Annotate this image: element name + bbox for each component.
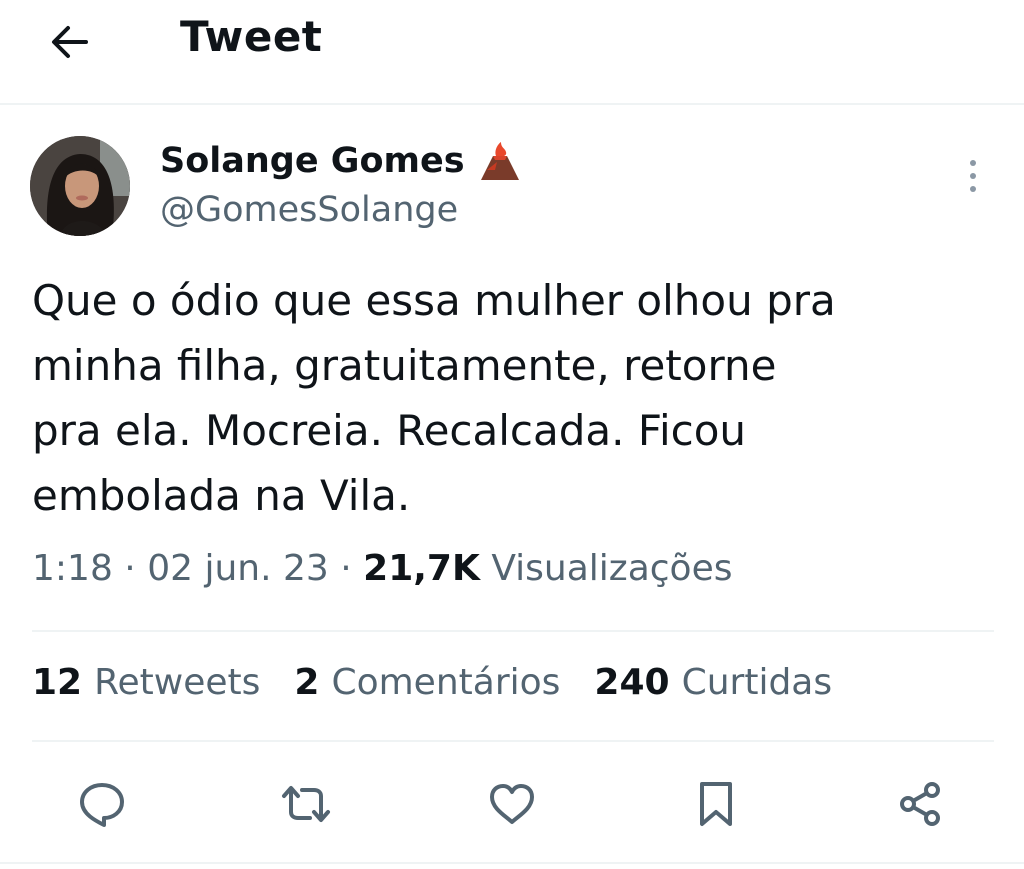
tweet-text-line: embolada na Vila. [32, 471, 411, 520]
author-handle[interactable]: @GomesSolange [160, 190, 458, 230]
more-dot [970, 160, 976, 166]
more-dot [970, 186, 976, 192]
likes-stat[interactable]: 240 Curtidas [594, 662, 832, 703]
volcano-emoji [480, 142, 519, 180]
reply-button[interactable] [72, 774, 132, 834]
more-options-button[interactable] [958, 156, 988, 196]
tweet-text: Que o ódio que essa mulher olhou pra min… [32, 268, 992, 528]
like-button[interactable] [482, 774, 542, 834]
more-dot [970, 173, 976, 179]
like-icon [490, 784, 534, 824]
author-name-row[interactable]: Solange Gomes [160, 138, 523, 184]
retweets-label: Retweets [94, 662, 261, 703]
likes-count: 240 [594, 662, 670, 703]
comments-count: 2 [294, 662, 320, 703]
author-name[interactable]: Solange Gomes [160, 141, 465, 181]
views-count: 21,7K [363, 548, 480, 589]
views-label: Visualizações [491, 548, 733, 589]
tweet-text-line: minha filha, gratuitamente, retorne [32, 341, 777, 390]
meta-separator: · [340, 548, 352, 589]
back-button[interactable] [44, 16, 96, 68]
action-bar [0, 766, 1024, 838]
tweet-time[interactable]: 1:18 [32, 548, 113, 589]
page-title: Tweet [180, 12, 323, 61]
likes-label: Curtidas [681, 662, 833, 703]
tweet-date[interactable]: 02 jun. 23 [147, 548, 329, 589]
tweet-stats: 12 Retweets 2 Comentários 240 Curtidas [32, 662, 832, 703]
divider [32, 630, 994, 632]
avatar-image [30, 136, 130, 236]
bookmark-button[interactable] [686, 774, 746, 834]
tweet-text-line: pra ela. Mocreia. Recalcada. Ficou [32, 406, 747, 455]
tweet-text-line: Que o ódio que essa mulher olhou pra [32, 276, 836, 325]
comments-label: Comentários [331, 662, 561, 703]
share-icon [900, 782, 940, 826]
avatar[interactable] [30, 136, 130, 236]
share-button[interactable] [890, 774, 950, 834]
retweet-icon [282, 786, 330, 822]
reply-icon [80, 783, 124, 827]
arrow-left-icon [52, 26, 88, 58]
meta-separator: · [124, 548, 136, 589]
tweet-meta: 1:18 · 02 jun. 23 · 21,7K Visualizações [32, 548, 732, 589]
bookmark-icon [700, 782, 732, 826]
retweets-count: 12 [32, 662, 83, 703]
divider [32, 740, 994, 742]
comments-stat[interactable]: 2 Comentários [294, 662, 560, 703]
retweets-stat[interactable]: 12 Retweets [32, 662, 260, 703]
retweet-button[interactable] [276, 774, 336, 834]
bottom-divider [0, 862, 1024, 864]
top-bar: Tweet [0, 0, 1024, 105]
